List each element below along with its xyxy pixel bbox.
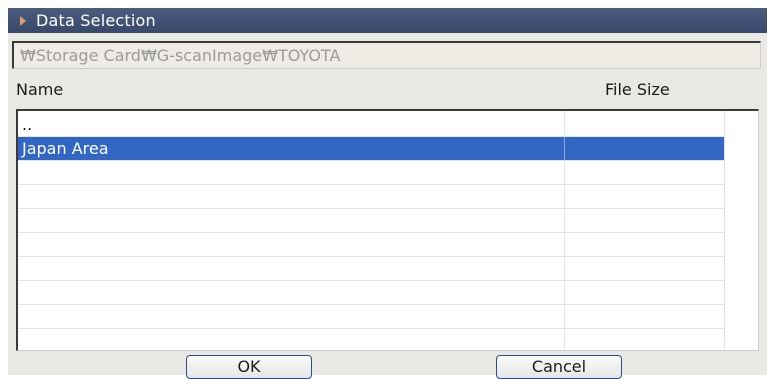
list-item-empty: [18, 161, 724, 185]
dialog-title: Data Selection: [36, 11, 156, 30]
list-item-empty: [18, 305, 724, 329]
titlebar: Data Selection: [8, 8, 767, 33]
list-item-empty: [18, 233, 724, 257]
list-item-empty: [18, 257, 724, 281]
column-header-name[interactable]: Name: [16, 80, 63, 99]
selected-row-divider: [564, 137, 565, 160]
list-right-divider: [724, 111, 725, 350]
list-item-empty: [18, 185, 724, 209]
file-list[interactable]: .. Japan Area: [16, 109, 759, 351]
cancel-button[interactable]: Cancel: [496, 355, 622, 379]
list-item-empty: [18, 209, 724, 233]
column-header-file-size[interactable]: File Size: [605, 80, 670, 99]
data-selection-dialog: Data Selection ₩Storage Card₩G-scanImage…: [8, 8, 767, 379]
list-item-name: ..: [22, 115, 33, 134]
list-item-empty: [18, 329, 724, 350]
triangle-right-icon: [20, 15, 26, 26]
list-item-empty: [18, 281, 724, 305]
ok-button[interactable]: OK: [186, 355, 312, 379]
list-item-japan-area[interactable]: Japan Area: [18, 137, 724, 161]
path-field: ₩Storage Card₩G-scanImage₩TOYOTA: [12, 41, 761, 69]
list-item-name: Japan Area: [22, 139, 109, 158]
list-item-parent-dir[interactable]: ..: [18, 113, 724, 137]
